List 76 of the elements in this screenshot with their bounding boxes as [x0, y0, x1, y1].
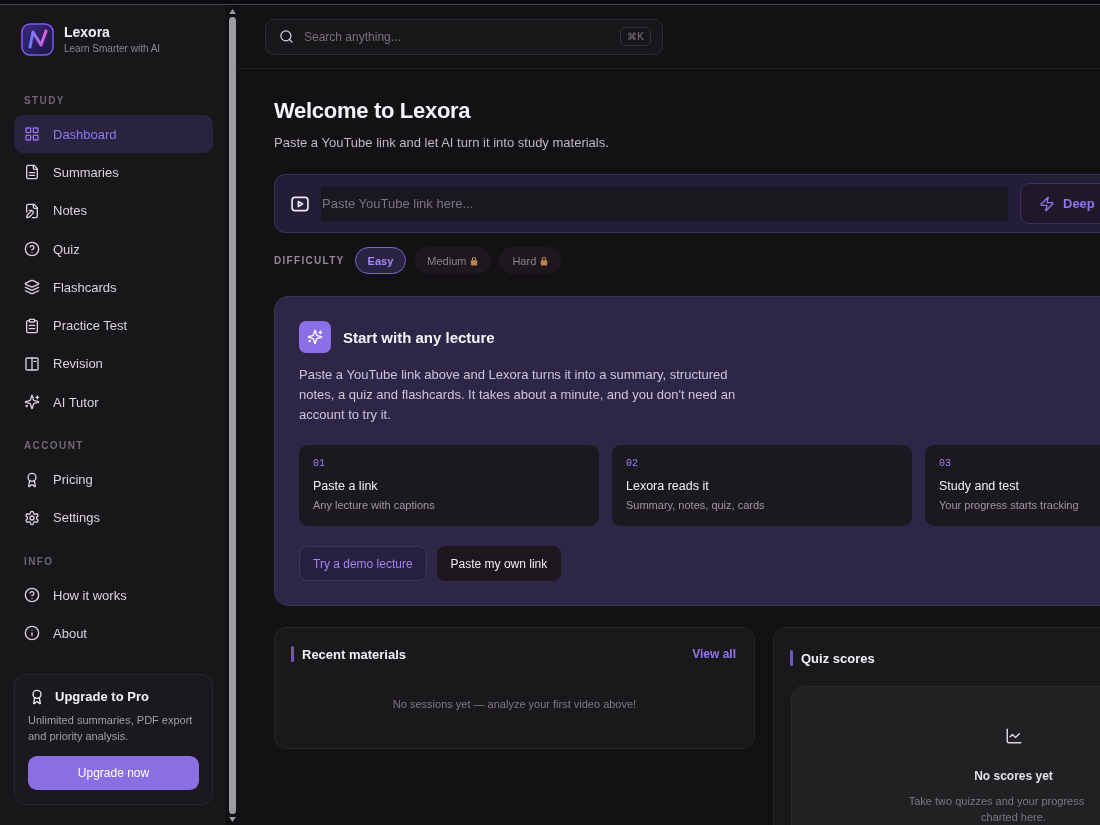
nav-item[interactable]: Notes: [14, 191, 213, 230]
nav-item[interactable]: Practice Test: [14, 306, 213, 345]
nav-item[interactable]: Pricing: [14, 460, 213, 499]
link-input-field[interactable]: Paste YouTube link here...: [321, 186, 1008, 221]
sparkle-icon: [299, 321, 331, 353]
step-description: Any lecture with captions: [313, 498, 435, 512]
line-chart-icon: [1004, 727, 1023, 745]
clipboard-icon: [24, 317, 40, 334]
logo-icon: [21, 23, 54, 56]
question-circle-icon: [24, 587, 40, 604]
nav-item[interactable]: Dashboard: [14, 115, 213, 154]
document-icon: [24, 164, 40, 181]
lock-icon: [540, 255, 549, 266]
settings-icon: [24, 509, 40, 526]
nav-item[interactable]: How it works: [14, 575, 213, 615]
accent-bar: [291, 646, 294, 662]
empty-state-text: Take two quizzes and your progress: [908, 794, 1085, 809]
brand-tagline: Learn Smarter with AI: [64, 43, 161, 55]
grid-icon: [24, 126, 40, 143]
card-title: Recent materials: [302, 646, 407, 662]
panel-icon: [24, 355, 40, 372]
section-label: STUDY: [23, 94, 65, 108]
hero-description: Paste a YouTube link above and Lexora turns it into a summary, structured notes, a quiz and flashcards. It takes about a minute, and you don't need an account to try it.: [299, 366, 737, 424]
search-field[interactable]: Search anything... ⌘K: [265, 18, 663, 55]
sparkle-icon: [24, 394, 40, 411]
difficulty-label: DIFFICULTY: [274, 255, 345, 266]
page-subtitle: Paste a YouTube link and let AI turn it into study materials.: [274, 134, 610, 152]
nav-item[interactable]: Quiz: [14, 229, 213, 269]
upgrade-title: Upgrade to Pro: [55, 688, 149, 706]
nav-item[interactable]: AI Tutor: [14, 383, 213, 422]
award-icon: [29, 689, 45, 705]
difficulty-option[interactable]: Hard: [499, 247, 562, 274]
step-description: Summary, notes, quiz, cards: [626, 498, 765, 512]
deep-button[interactable]: Deep: [1020, 183, 1100, 224]
hero-title: Start with any lecture: [343, 328, 495, 346]
paste-link-button[interactable]: Paste my own link: [436, 546, 562, 581]
scroll-down-arrow-icon[interactable]: [228, 817, 236, 822]
step-title: Paste a link: [313, 478, 378, 494]
card-title: Quiz scores: [801, 650, 875, 666]
search-input[interactable]: Search anything...: [304, 29, 611, 44]
award-icon: [24, 471, 40, 488]
layers-icon: [24, 279, 40, 296]
shortcut-hint: ⌘K: [620, 27, 651, 46]
nav-item[interactable]: About: [14, 614, 213, 653]
lightning-icon: [1039, 195, 1055, 212]
nav-item[interactable]: Flashcards: [14, 268, 213, 307]
accent-bar: [790, 650, 793, 666]
empty-state-text: No sessions yet — analyze your first video above!: [391, 697, 638, 711]
difficulty-option[interactable]: Easy: [354, 247, 407, 274]
demo-lecture-button[interactable]: Try a demo lecture: [299, 546, 427, 581]
nav-item[interactable]: Revision: [14, 344, 213, 384]
step-number: 01: [313, 458, 325, 470]
step-description: Your progress starts tracking: [939, 498, 1079, 512]
scroll-up-arrow-icon[interactable]: [228, 9, 236, 14]
scrollbar-thumb[interactable]: [228, 17, 236, 814]
view-all-link[interactable]: View all: [692, 647, 736, 661]
section-label: INFO: [23, 554, 54, 569]
info-icon: [24, 625, 40, 642]
upgrade-description: Unlimited summaries, PDF export and priority analysis.: [28, 713, 194, 744]
nav-item[interactable]: Settings: [14, 498, 213, 537]
search-icon: [279, 29, 294, 44]
empty-state-title: No scores yet: [974, 768, 1053, 784]
step-title: Lexora reads it: [626, 478, 709, 494]
question-circle-icon: [24, 241, 40, 258]
section-label: ACCOUNT: [23, 439, 84, 454]
nav-item[interactable]: Summaries: [14, 153, 213, 192]
difficulty-option[interactable]: Medium: [414, 247, 492, 274]
document-pen-icon: [24, 202, 40, 219]
page-title: Welcome to Lexora: [274, 97, 472, 125]
brand-name: Lexora: [64, 24, 111, 40]
step-number: 02: [626, 458, 638, 470]
lock-icon: [470, 255, 479, 266]
step-number: 03: [939, 458, 951, 470]
step-title: Study and test: [939, 478, 1019, 494]
upgrade-button[interactable]: Upgrade now: [28, 756, 199, 790]
empty-state-text: charted here.: [981, 810, 1046, 825]
